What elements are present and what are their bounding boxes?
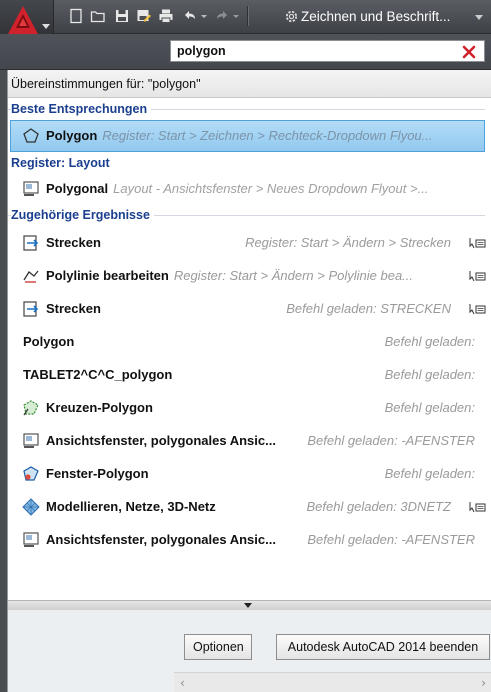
redo-icon[interactable] <box>214 8 230 24</box>
result-path: Register: Start > Zeichnen > Rechteck-Dr… <box>102 128 433 143</box>
result-path: Befehl geladen: <box>384 367 475 382</box>
chevron-down-icon <box>244 603 252 608</box>
autocad-logo-icon <box>8 6 38 34</box>
section-best-matches: Beste Entsprechungen <box>8 98 491 120</box>
result-path: Register: Start > Ändern > Strecken <box>245 235 451 250</box>
result-name: Strecken <box>46 301 101 316</box>
result-item-3d-netz[interactable]: Modellieren, Netze, 3D-Netz Befehl gelad… <box>8 490 491 523</box>
undo-icon[interactable] <box>182 8 198 24</box>
result-name: Polylinie bearbeiten Register: Start > Än… <box>46 259 413 292</box>
search-results-panel: Übereinstimmungen für: "polygon" Beste E… <box>7 70 491 610</box>
exit-autocad-button[interactable]: Autodesk AutoCAD 2014 beenden <box>276 634 490 660</box>
mesh-icon <box>22 498 40 516</box>
result-path: Befehl geladen: <box>384 400 475 415</box>
result-name: Polygonal Layout - Ansichtsfenster > Neue… <box>46 174 428 204</box>
workspace-dropdown[interactable]: Zeichnen und Beschrift... <box>283 6 483 28</box>
section-register-layout: Register: Layout <box>8 152 491 174</box>
result-path: Befehl geladen: STRECKEN <box>286 301 451 316</box>
horizontal-scrollbar[interactable]: ‹ › <box>174 672 491 692</box>
result-path: Befehl geladen: 3DNETZ <box>306 499 451 514</box>
chevron-down-icon <box>42 24 50 29</box>
result-item-strecken[interactable]: Strecken Register: Start > Ändern > Stre… <box>8 226 491 259</box>
result-path: Register: Start > Ändern > Polylinie bea… <box>173 268 414 283</box>
workspace-label: Zeichnen und Beschrift... <box>301 9 451 24</box>
help-cursor-icon[interactable] <box>469 237 486 249</box>
scroll-left-icon[interactable]: ‹ <box>180 676 185 690</box>
help-cursor-icon[interactable] <box>469 501 486 513</box>
viewport-icon <box>23 433 39 448</box>
result-name: Fenster-Polygon <box>46 466 149 481</box>
help-cursor-icon[interactable] <box>469 270 486 282</box>
quick-access-toolbar: Zeichnen und Beschrift... <box>0 0 491 40</box>
result-path: Befehl geladen: -AFENSTER <box>307 532 475 547</box>
gear-icon <box>285 10 298 23</box>
chevron-down-icon <box>475 15 483 20</box>
result-item-polygon-command[interactable]: Polygon Befehl geladen: <box>8 325 491 358</box>
clear-x-icon[interactable] <box>462 45 476 59</box>
result-name-text: Polygon <box>46 128 98 143</box>
result-item-polygonal[interactable]: Polygonal Layout - Ansichtsfenster > Neue… <box>8 174 491 204</box>
scroll-right-icon[interactable]: › <box>481 676 486 690</box>
result-name-text: Polylinie bearbeiten <box>46 268 169 283</box>
polygon-icon <box>23 128 39 143</box>
help-cursor-icon[interactable] <box>469 303 486 315</box>
search-input-value: polygon <box>177 44 226 58</box>
result-path: Befehl geladen: -AFENSTER <box>307 433 475 448</box>
stretch-icon <box>23 235 39 251</box>
result-item-strecken-command[interactable]: Strecken Befehl geladen: STRECKEN <box>8 292 491 325</box>
save-as-icon[interactable] <box>136 8 152 24</box>
result-name: Ansichtsfenster, polygonales Ansic... <box>46 433 276 448</box>
viewport-icon <box>23 181 39 196</box>
print-icon[interactable] <box>158 8 174 24</box>
results-header: Übereinstimmungen für: "polygon" <box>8 70 491 98</box>
section-label: Zugehörige Ergebnisse <box>11 208 154 222</box>
result-path: Layout - Ansichtsfenster > Neues Dropdow… <box>113 181 429 196</box>
result-path: Befehl geladen: <box>384 466 475 481</box>
result-item-ansichtsfenster-2[interactable]: Ansichtsfenster, polygonales Ansic... Be… <box>8 523 491 556</box>
edit-polyline-icon <box>23 270 39 283</box>
result-name: Strecken <box>46 235 101 250</box>
new-file-icon[interactable] <box>68 8 84 24</box>
result-item-tablet-polygon[interactable]: TABLET2^C^C_polygon Befehl geladen: <box>8 358 491 391</box>
result-item-ansichtsfenster-1[interactable]: Ansichtsfenster, polygonales Ansic... Be… <box>8 424 491 457</box>
section-label: Beste Entsprechungen <box>11 102 152 116</box>
result-name-text: Polygonal <box>46 181 109 196</box>
result-name: Polygon <box>23 334 75 349</box>
window-polygon-icon <box>23 466 39 481</box>
chevron-down-icon[interactable] <box>232 8 240 24</box>
result-name: Polygon Register: Start > Zeichnen > Rech… <box>46 121 433 151</box>
expand-results-bar[interactable] <box>8 600 491 610</box>
result-item-kreuzen-polygon[interactable]: Kreuzen-Polygon Befehl geladen: <box>8 391 491 424</box>
section-related-results: Zugehörige Ergebnisse <box>8 204 491 226</box>
result-item-fenster-polygon[interactable]: Fenster-Polygon Befehl geladen: <box>8 457 491 490</box>
search-input[interactable]: polygon <box>170 40 485 62</box>
result-name: Modellieren, Netze, 3D-Netz <box>46 499 216 514</box>
toolbar-separator <box>247 6 249 26</box>
result-path: Befehl geladen: <box>384 334 475 349</box>
result-name: Ansichtsfenster, polygonales Ansic... <box>46 532 276 547</box>
open-folder-icon[interactable] <box>90 8 106 24</box>
crossing-polygon-icon <box>23 400 39 416</box>
result-item-polylinie-bearbeiten[interactable]: Polylinie bearbeiten Register: Start > Än… <box>8 259 491 292</box>
viewport-icon <box>23 532 39 547</box>
menu-footer: Optionen Autodesk AutoCAD 2014 beenden ‹… <box>7 610 491 692</box>
options-button[interactable]: Optionen <box>184 634 252 660</box>
stretch-icon <box>23 301 39 317</box>
result-item-polygon-best[interactable]: Polygon Register: Start > Zeichnen > Rech… <box>10 120 485 152</box>
section-label: Register: Layout <box>11 156 114 170</box>
result-name: Kreuzen-Polygon <box>46 400 153 415</box>
chevron-down-icon[interactable] <box>200 8 208 24</box>
search-bar: polygon <box>0 34 491 70</box>
result-name: TABLET2^C^C_polygon <box>23 367 173 382</box>
save-icon[interactable] <box>114 8 130 24</box>
